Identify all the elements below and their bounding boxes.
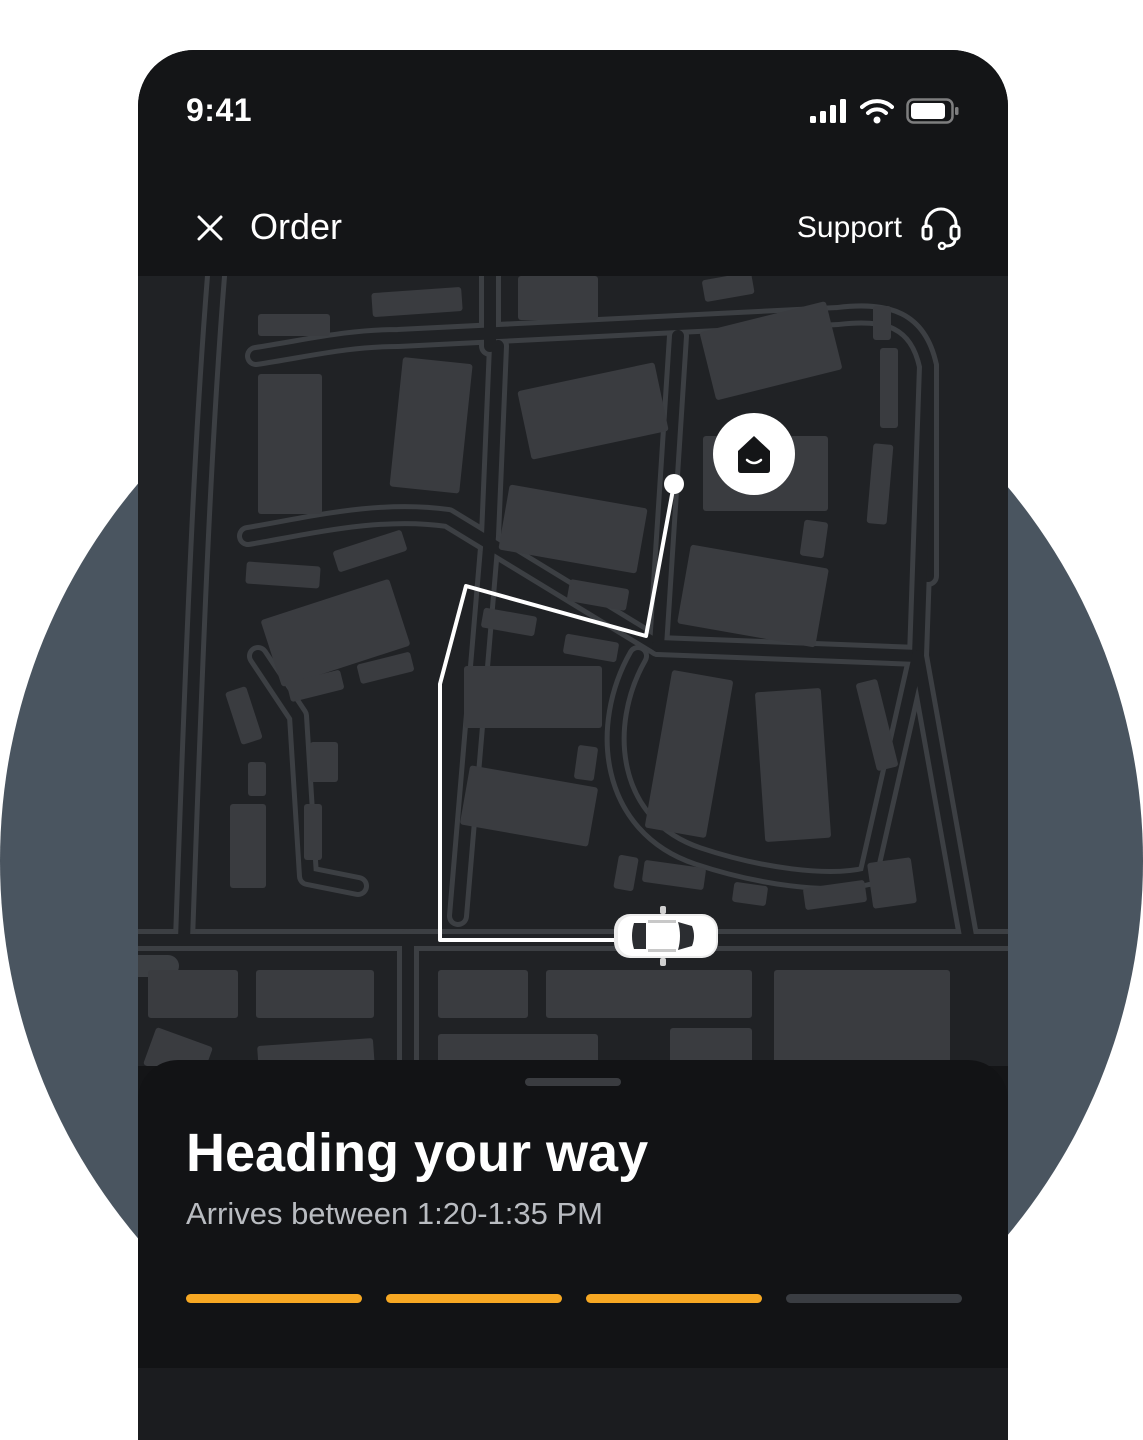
wifi-icon	[860, 99, 894, 124]
status-time: 9:41	[186, 92, 253, 128]
delivery-map[interactable]	[138, 276, 1008, 1066]
map-canvas	[138, 276, 1008, 1066]
status-icons	[810, 96, 960, 126]
page-title: Order	[250, 206, 343, 247]
headset-icon	[921, 207, 961, 250]
close-button[interactable]	[190, 208, 230, 248]
bottom-safe-area	[138, 1368, 1008, 1440]
phone-screen: 9:41 Order Support Heading your way Arri…	[138, 50, 1008, 1440]
route-end-dot	[664, 474, 684, 494]
progress-segment	[586, 1294, 762, 1303]
order-progress	[186, 1294, 962, 1303]
cellular-signal-icon	[810, 99, 846, 123]
battery-icon	[906, 98, 959, 124]
progress-segment	[386, 1294, 562, 1303]
progress-segment	[186, 1294, 362, 1303]
app-header: Order Support	[138, 180, 1008, 276]
home-icon	[713, 413, 795, 495]
support-button[interactable]: Support	[797, 204, 962, 252]
arrival-window: Arrives between 1:20-1:35 PM	[186, 1196, 603, 1231]
status-bar: 9:41	[138, 50, 1008, 180]
status-title: Heading your way	[186, 1123, 649, 1183]
support-label: Support	[796, 211, 902, 244]
progress-segment	[786, 1294, 962, 1303]
close-icon	[197, 215, 223, 241]
sheet-grabber[interactable]	[525, 1078, 621, 1086]
car-icon	[614, 906, 718, 966]
clip-area: 9:41 Order Support Heading your way Arri…	[0, 0, 1143, 1440]
